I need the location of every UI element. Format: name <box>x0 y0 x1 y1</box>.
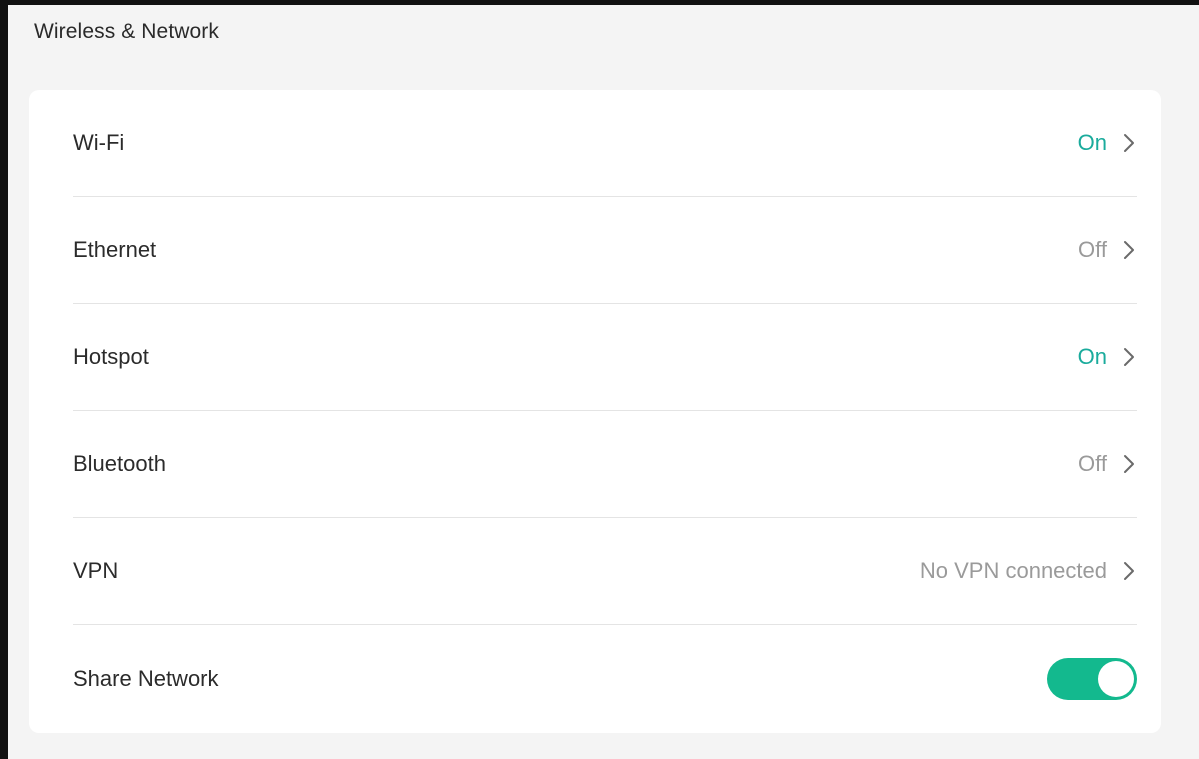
ethernet-status-group: Off <box>1078 237 1137 263</box>
chevron-right-icon <box>1121 560 1137 582</box>
bluetooth-status: Off <box>1078 451 1107 476</box>
bluetooth-label: Bluetooth <box>73 451 166 476</box>
hotspot-label: Hotspot <box>73 344 149 369</box>
hotspot-status: On <box>1077 344 1107 369</box>
wifi-status-group: On <box>1078 130 1137 156</box>
share-network-label: Share Network <box>73 666 219 691</box>
chevron-right-icon <box>1121 453 1137 475</box>
wifi-status: On <box>1077 130 1107 155</box>
ethernet-status: Off <box>1078 237 1107 262</box>
chevron-right-icon <box>1121 132 1137 154</box>
share-network-row: Share Network <box>73 625 1137 733</box>
bluetooth-status-group: Off <box>1078 451 1137 477</box>
vpn-status-group: No VPN connected <box>920 558 1137 584</box>
vpn-status: No VPN connected <box>919 558 1107 583</box>
hotspot-status-group: On <box>1078 344 1137 370</box>
chevron-right-icon <box>1121 239 1137 261</box>
vpn-row[interactable]: VPN No VPN connected <box>73 518 1137 625</box>
settings-card: Wi-Fi On Ethernet Off Hotspot On Bluetoo… <box>29 90 1161 733</box>
bluetooth-row[interactable]: Bluetooth Off <box>73 411 1137 518</box>
ethernet-row[interactable]: Ethernet Off <box>73 197 1137 304</box>
toggle-knob <box>1098 661 1134 697</box>
settings-window: Wireless & Network Wi-Fi On Ethernet Off… <box>0 0 1199 759</box>
page-title: Wireless & Network <box>34 20 219 43</box>
wifi-row[interactable]: Wi-Fi On <box>73 90 1137 197</box>
chevron-right-icon <box>1121 346 1137 368</box>
vpn-label: VPN <box>73 558 119 583</box>
share-network-toggle[interactable] <box>1047 658 1137 700</box>
ethernet-label: Ethernet <box>73 237 157 262</box>
wifi-label: Wi-Fi <box>73 130 125 155</box>
hotspot-row[interactable]: Hotspot On <box>73 304 1137 411</box>
